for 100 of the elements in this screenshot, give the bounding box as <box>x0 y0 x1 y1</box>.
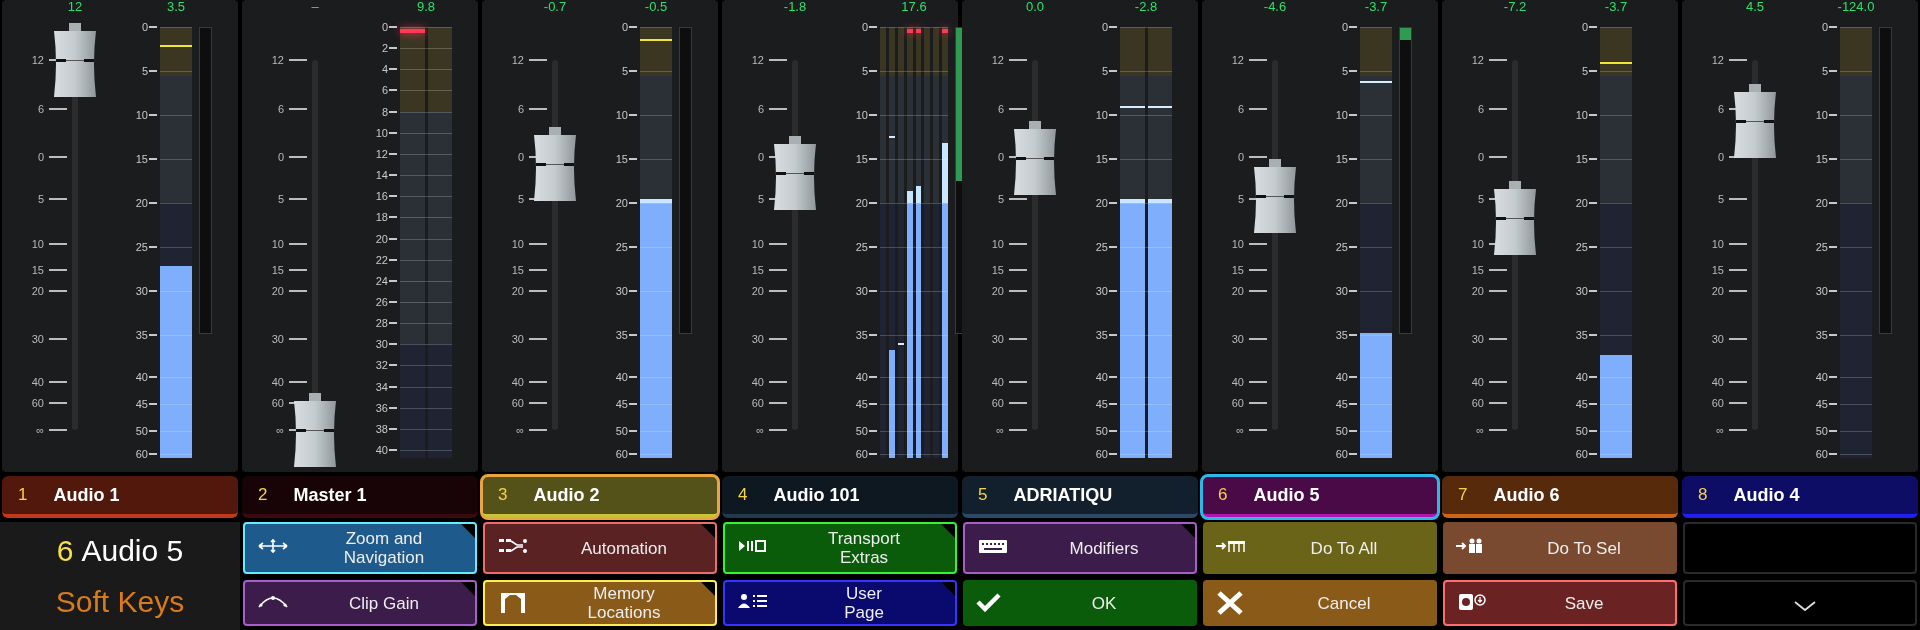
scale-tick <box>1729 429 1747 431</box>
fader-handle[interactable] <box>772 135 818 210</box>
scale-label: 25 <box>134 240 148 254</box>
gain-reading: 0.0 <box>1024 0 1046 14</box>
scale-label: 20 <box>614 196 628 210</box>
scale-label: 22 <box>374 253 388 267</box>
scale-tick <box>289 338 307 340</box>
scale-tick <box>1109 430 1117 432</box>
fader-handle[interactable] <box>1492 181 1538 255</box>
scale-label: 0 <box>756 150 764 164</box>
action-button[interactable]: Save <box>1443 580 1677 626</box>
scale-label: 15 <box>270 263 284 277</box>
menu-button[interactable]: User Page <box>723 580 957 626</box>
scale-tick <box>1589 376 1597 378</box>
scale-tick <box>629 26 637 28</box>
scale-tick <box>629 202 637 204</box>
menu-button[interactable]: Modifiers <box>963 522 1197 574</box>
scale-tick <box>1729 243 1747 245</box>
scale-label: 0 <box>996 150 1004 164</box>
scale-tick <box>1589 26 1597 28</box>
scale-tick <box>1349 453 1357 455</box>
track-name: Audio 5 <box>81 533 184 569</box>
scale-tick <box>289 290 307 292</box>
scale-label: 30 <box>374 337 388 351</box>
fader-handle[interactable] <box>1732 84 1778 159</box>
scale-tick <box>149 430 157 432</box>
scale-tick <box>1249 402 1267 404</box>
scale-tick <box>1829 430 1837 432</box>
gain-reading: -0.7 <box>542 0 568 14</box>
scale-tick <box>149 403 157 405</box>
fader-handle[interactable] <box>1012 121 1058 196</box>
fader-handle[interactable] <box>532 126 578 201</box>
scale-label: 20 <box>1710 284 1724 298</box>
scale-label: 20 <box>1334 196 1348 210</box>
strip-name: Master 1 <box>293 483 367 507</box>
scale-label: 30 <box>990 332 1004 346</box>
scale-label: 20 <box>1470 284 1484 298</box>
strip-name-tab[interactable]: 5 ADRIATIQU <box>962 476 1198 518</box>
action-button[interactable]: Do To All <box>1203 522 1437 574</box>
action-button[interactable]: OK <box>963 580 1197 626</box>
scale-label: 35 <box>854 328 868 342</box>
scale-label: 5 <box>140 64 148 78</box>
scale-tick <box>1829 453 1837 455</box>
scale-label: 30 <box>1470 332 1484 346</box>
scale-tick <box>1489 269 1507 271</box>
scale-label: 30 <box>30 332 44 346</box>
fader-handle[interactable] <box>292 393 338 467</box>
strip-name-tab[interactable]: 6 Audio 5 <box>1202 476 1438 518</box>
scale-label: 40 <box>1470 375 1484 389</box>
scale-tick <box>1109 202 1117 204</box>
scale-label: 12 <box>1470 53 1484 67</box>
strip-name-tab[interactable]: 7 Audio 6 <box>1442 476 1678 518</box>
scale-label: 20 <box>510 284 524 298</box>
scale-label: 5 <box>620 64 628 78</box>
scale-tick <box>529 269 547 271</box>
track-number: 6 <box>56 533 74 569</box>
menu-button[interactable]: Automation <box>483 522 717 574</box>
scale-tick <box>869 290 877 292</box>
menu-button[interactable]: Transport Extras <box>723 522 957 574</box>
scale-label: 30 <box>1710 332 1724 346</box>
scale-label: 0 <box>516 150 524 164</box>
scale-label: 30 <box>1814 284 1828 298</box>
scale-label: 30 <box>1230 332 1244 346</box>
strip-name: ADRIATIQU <box>1013 483 1113 507</box>
scale-label: ∞ <box>995 423 1004 437</box>
scale-tick <box>1109 290 1117 292</box>
scale-tick <box>1349 202 1357 204</box>
scale-label: 15 <box>750 263 764 277</box>
scale-tick <box>529 381 547 383</box>
scale-tick <box>1109 453 1117 455</box>
scale-tick <box>629 114 637 116</box>
strip-name-tab[interactable]: 8 Audio 4 <box>1682 476 1918 518</box>
peak-reading: -0.5 <box>643 0 669 14</box>
fader-handle[interactable] <box>1252 159 1298 234</box>
scale-tick <box>629 430 637 432</box>
scale-tick <box>869 430 877 432</box>
action-button[interactable]: Cancel <box>1203 580 1437 626</box>
menu-button[interactable]: Zoom and Navigation <box>243 522 477 574</box>
strip-name-tab[interactable]: 4 Audio 101 <box>722 476 958 518</box>
menu-button[interactable]: Clip Gain <box>243 580 477 626</box>
scale-label: 5 <box>1340 64 1348 78</box>
strip-name-tab[interactable]: 3 Audio 2 <box>482 476 718 518</box>
strip-number: 2 <box>258 484 268 507</box>
scale-label: 0 <box>36 150 44 164</box>
menu-button[interactable]: Memory Locations <box>483 580 717 626</box>
scale-label: 10 <box>1334 108 1348 122</box>
scale-label: 34 <box>374 380 388 394</box>
scale-tick <box>1109 114 1117 116</box>
scale-tick <box>1109 376 1117 378</box>
strip-name-tab[interactable]: 2 Master 1 <box>242 476 478 518</box>
scale-label: 0 <box>620 20 628 34</box>
strip-name-tab[interactable]: 1 Audio 1 <box>2 476 238 518</box>
action-button[interactable]: Do To Sel <box>1443 522 1677 574</box>
scale-tick <box>389 89 397 91</box>
scale-label: 40 <box>1814 370 1828 384</box>
gain-reading: 4.5 <box>1744 0 1766 14</box>
scale-label: 60 <box>1334 447 1348 461</box>
scale-label: 10 <box>1470 237 1484 251</box>
scale-label: 10 <box>1814 108 1828 122</box>
fader-handle[interactable] <box>52 23 98 97</box>
